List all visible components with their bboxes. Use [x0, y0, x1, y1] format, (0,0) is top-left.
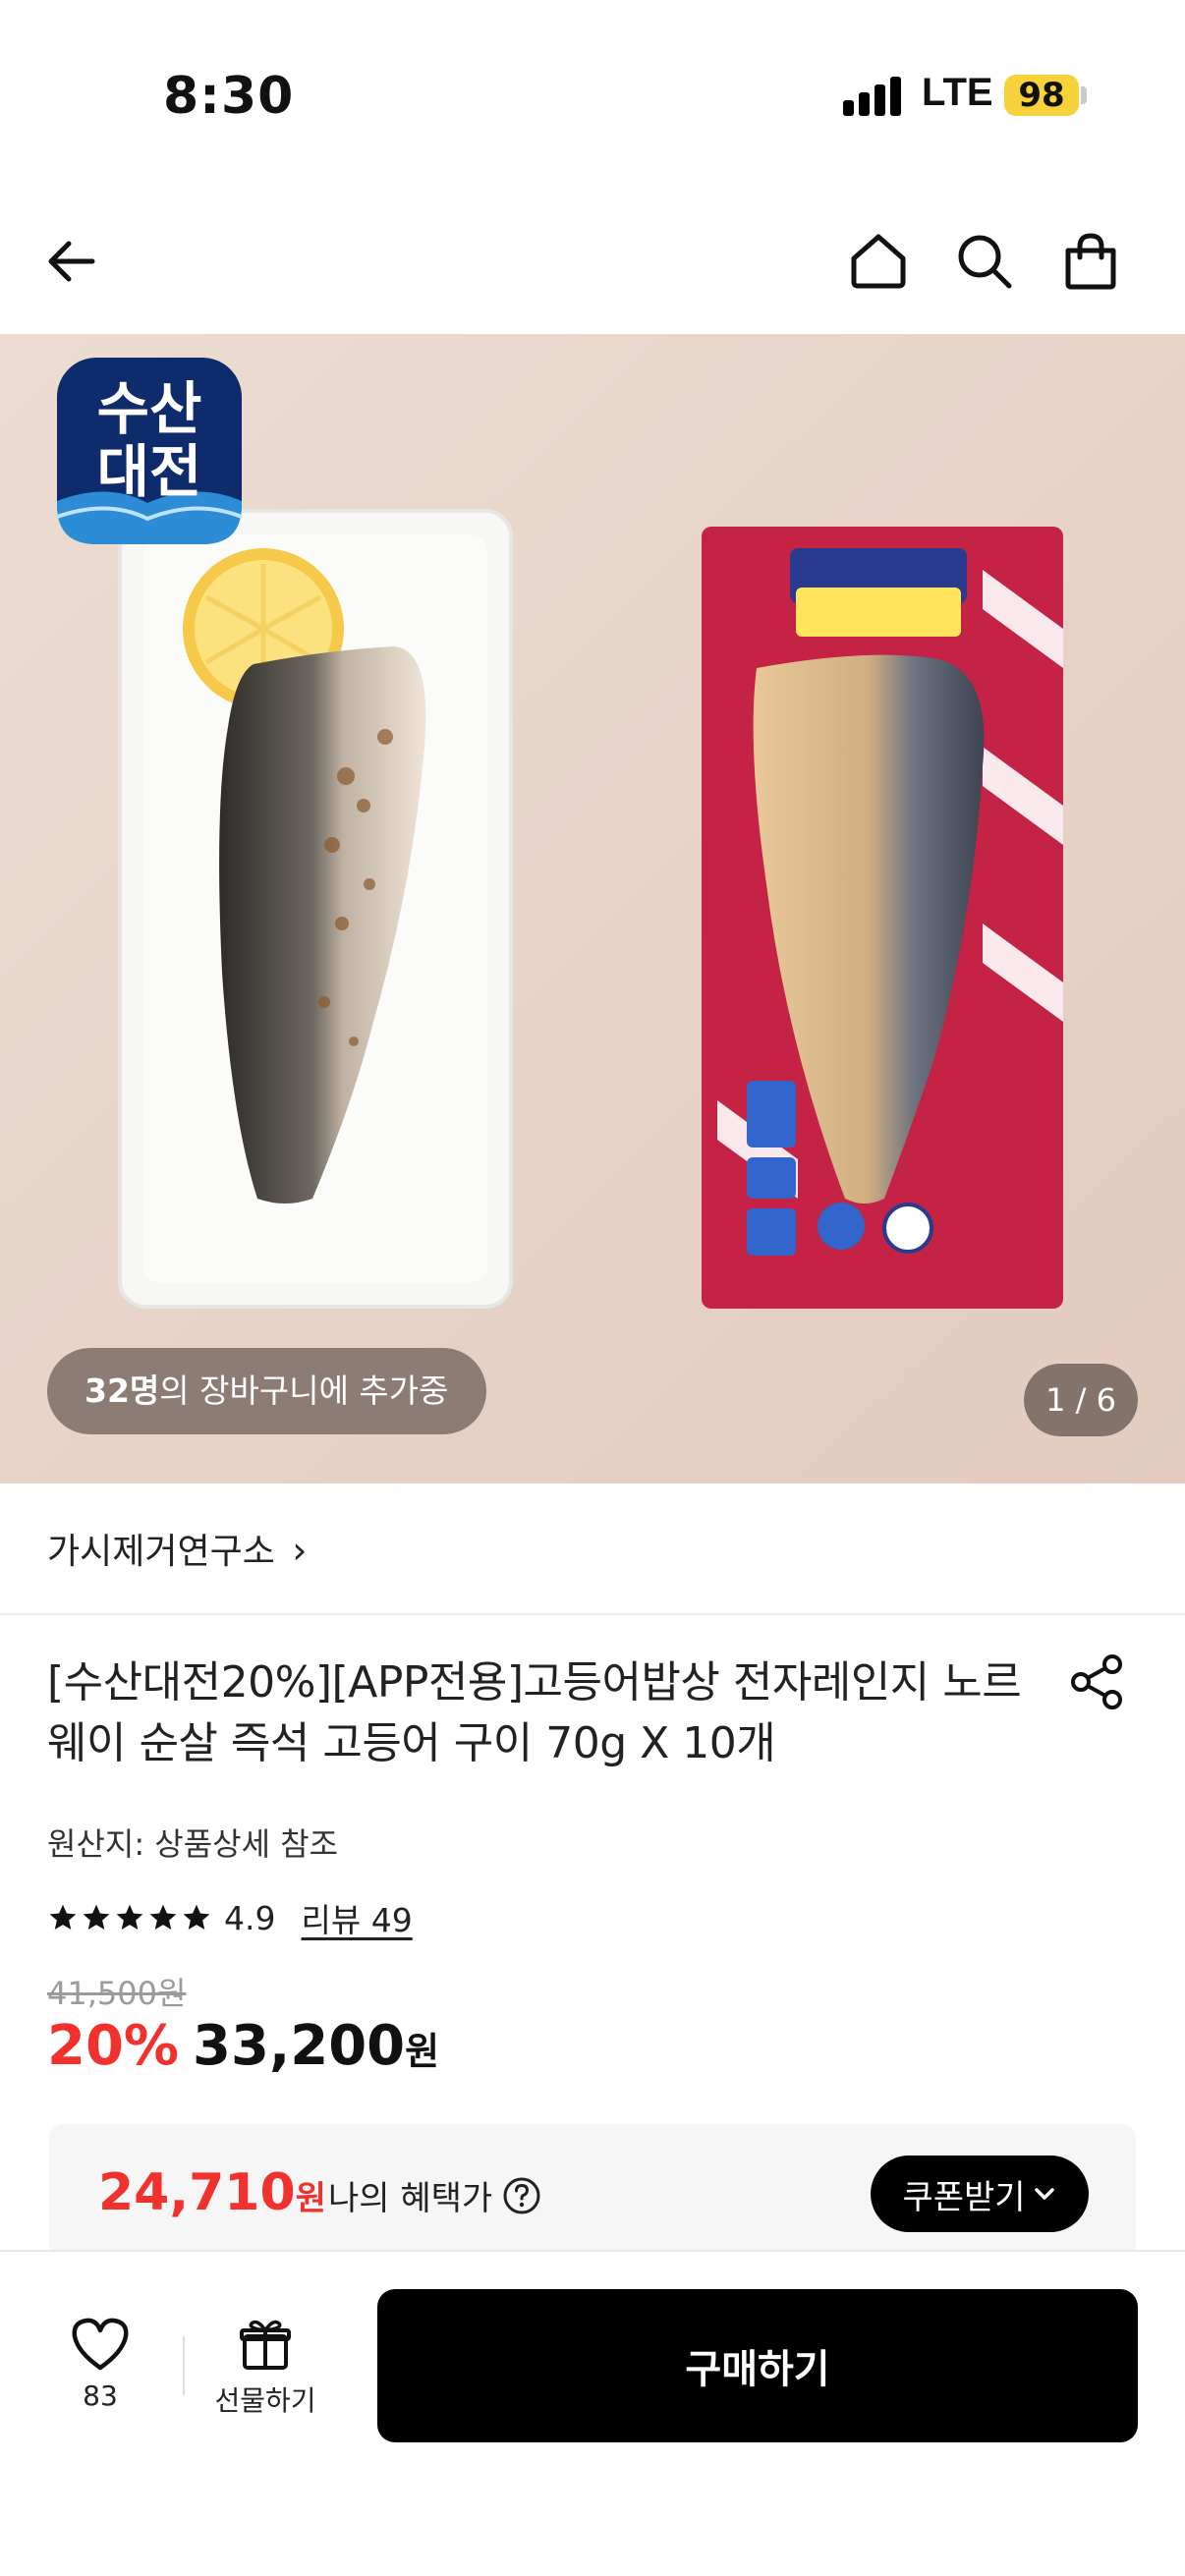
gift-icon: [240, 2320, 291, 2370]
home-button[interactable]: [841, 224, 916, 299]
benefit-box: 24,710 원 나의 혜택가 쿠폰받기: [49, 2124, 1136, 2262]
price-row: 20% 33,200 원: [47, 2014, 439, 2078]
product-image-carousel[interactable]: 수산 대전 32명의 장바구니에 추가중 1 / 6: [0, 334, 1185, 1484]
page-indicator: 1 / 6: [1024, 1364, 1138, 1436]
question-circle-icon[interactable]: [502, 2176, 541, 2215]
signal-icon: [843, 77, 904, 116]
product-photo: [0, 334, 1185, 1484]
star-icon: [49, 1904, 77, 1930]
status-time: 8:30: [163, 67, 295, 126]
original-price: 41,500원: [47, 1975, 187, 2012]
benefit-label: 나의 혜택가: [328, 2171, 541, 2219]
status-bar: 8:30 LTE 98: [0, 0, 1185, 187]
sale-price: 33,200: [193, 2014, 406, 2078]
cart-text: 의 장바구니에 추가중: [159, 1372, 449, 1410]
brand-link[interactable]: 가시제거연구소 ›: [47, 1523, 308, 1574]
benefit-price-unit: 원: [295, 2179, 326, 2218]
star-icon: [116, 1904, 143, 1930]
battery-icon: 98: [1004, 75, 1079, 116]
benefit-price-value: 24,710: [98, 2163, 296, 2222]
back-button[interactable]: [33, 224, 108, 299]
cart-count: 32명: [85, 1372, 160, 1410]
chevron-down-icon: [1034, 2188, 1054, 2200]
brand-logo: 수산 대전: [57, 377, 242, 503]
buy-button[interactable]: 구매하기: [377, 2289, 1138, 2442]
review-link[interactable]: 리뷰 49: [301, 1894, 412, 1941]
brand-row: 가시제거연구소 ›: [0, 1484, 1185, 1615]
divider: [183, 2336, 185, 2395]
discount-rate: 20%: [47, 2014, 180, 2078]
share-button[interactable]: [1067, 1652, 1136, 1721]
gift-label: 선물하기: [214, 2384, 316, 2417]
benefit-price: 24,710 원: [98, 2163, 326, 2222]
shopping-bag-icon: [1065, 233, 1116, 290]
like-button[interactable]: 83: [51, 2317, 149, 2412]
rating-row: 4.9 리뷰 49: [47, 1896, 413, 1939]
cart-activity-badge: 32명의 장바구니에 추가중: [47, 1348, 486, 1434]
heart-icon: [72, 2318, 129, 2371]
battery-nub: [1081, 86, 1087, 104]
rating-value: 4.9: [224, 1898, 276, 1937]
star-icon: [149, 1904, 177, 1930]
product-title: [수산대전20%][APP전용]고등어밥상 전자레인지 노르웨이 순살 즉석 고…: [47, 1657, 1022, 1768]
star-icon: [183, 1904, 210, 1930]
star-rating: [47, 1902, 212, 1933]
chevron-right-icon: ›: [292, 1529, 308, 1572]
top-nav: [0, 187, 1185, 334]
search-button[interactable]: [947, 224, 1022, 299]
star-icon: [83, 1904, 110, 1930]
price-unit: 원: [405, 2030, 440, 2073]
share-icon: [1071, 1654, 1122, 1709]
coupon-button-label: 쿠폰받기: [902, 2177, 1026, 2217]
network-label: LTE: [922, 71, 993, 114]
logo-line-1: 수산: [96, 375, 202, 442]
gift-button[interactable]: 선물하기: [206, 2317, 324, 2419]
cart-button[interactable]: [1053, 224, 1128, 299]
search-icon: [958, 235, 1012, 289]
brand-name: 가시제거연구소: [47, 1532, 275, 1572]
origin-info: 원산지: 상품상세 참조: [47, 1825, 339, 1863]
benefit-label-text: 나의 혜택가: [328, 2179, 493, 2218]
logo-line-2: 대전: [96, 438, 202, 505]
like-count: 83: [83, 2380, 118, 2412]
coupon-button[interactable]: 쿠폰받기: [871, 2156, 1089, 2232]
home-icon: [851, 234, 906, 289]
bottom-action-bar: 83 선물하기 구매하기: [0, 2250, 1185, 2576]
arrow-left-icon: [48, 241, 95, 282]
